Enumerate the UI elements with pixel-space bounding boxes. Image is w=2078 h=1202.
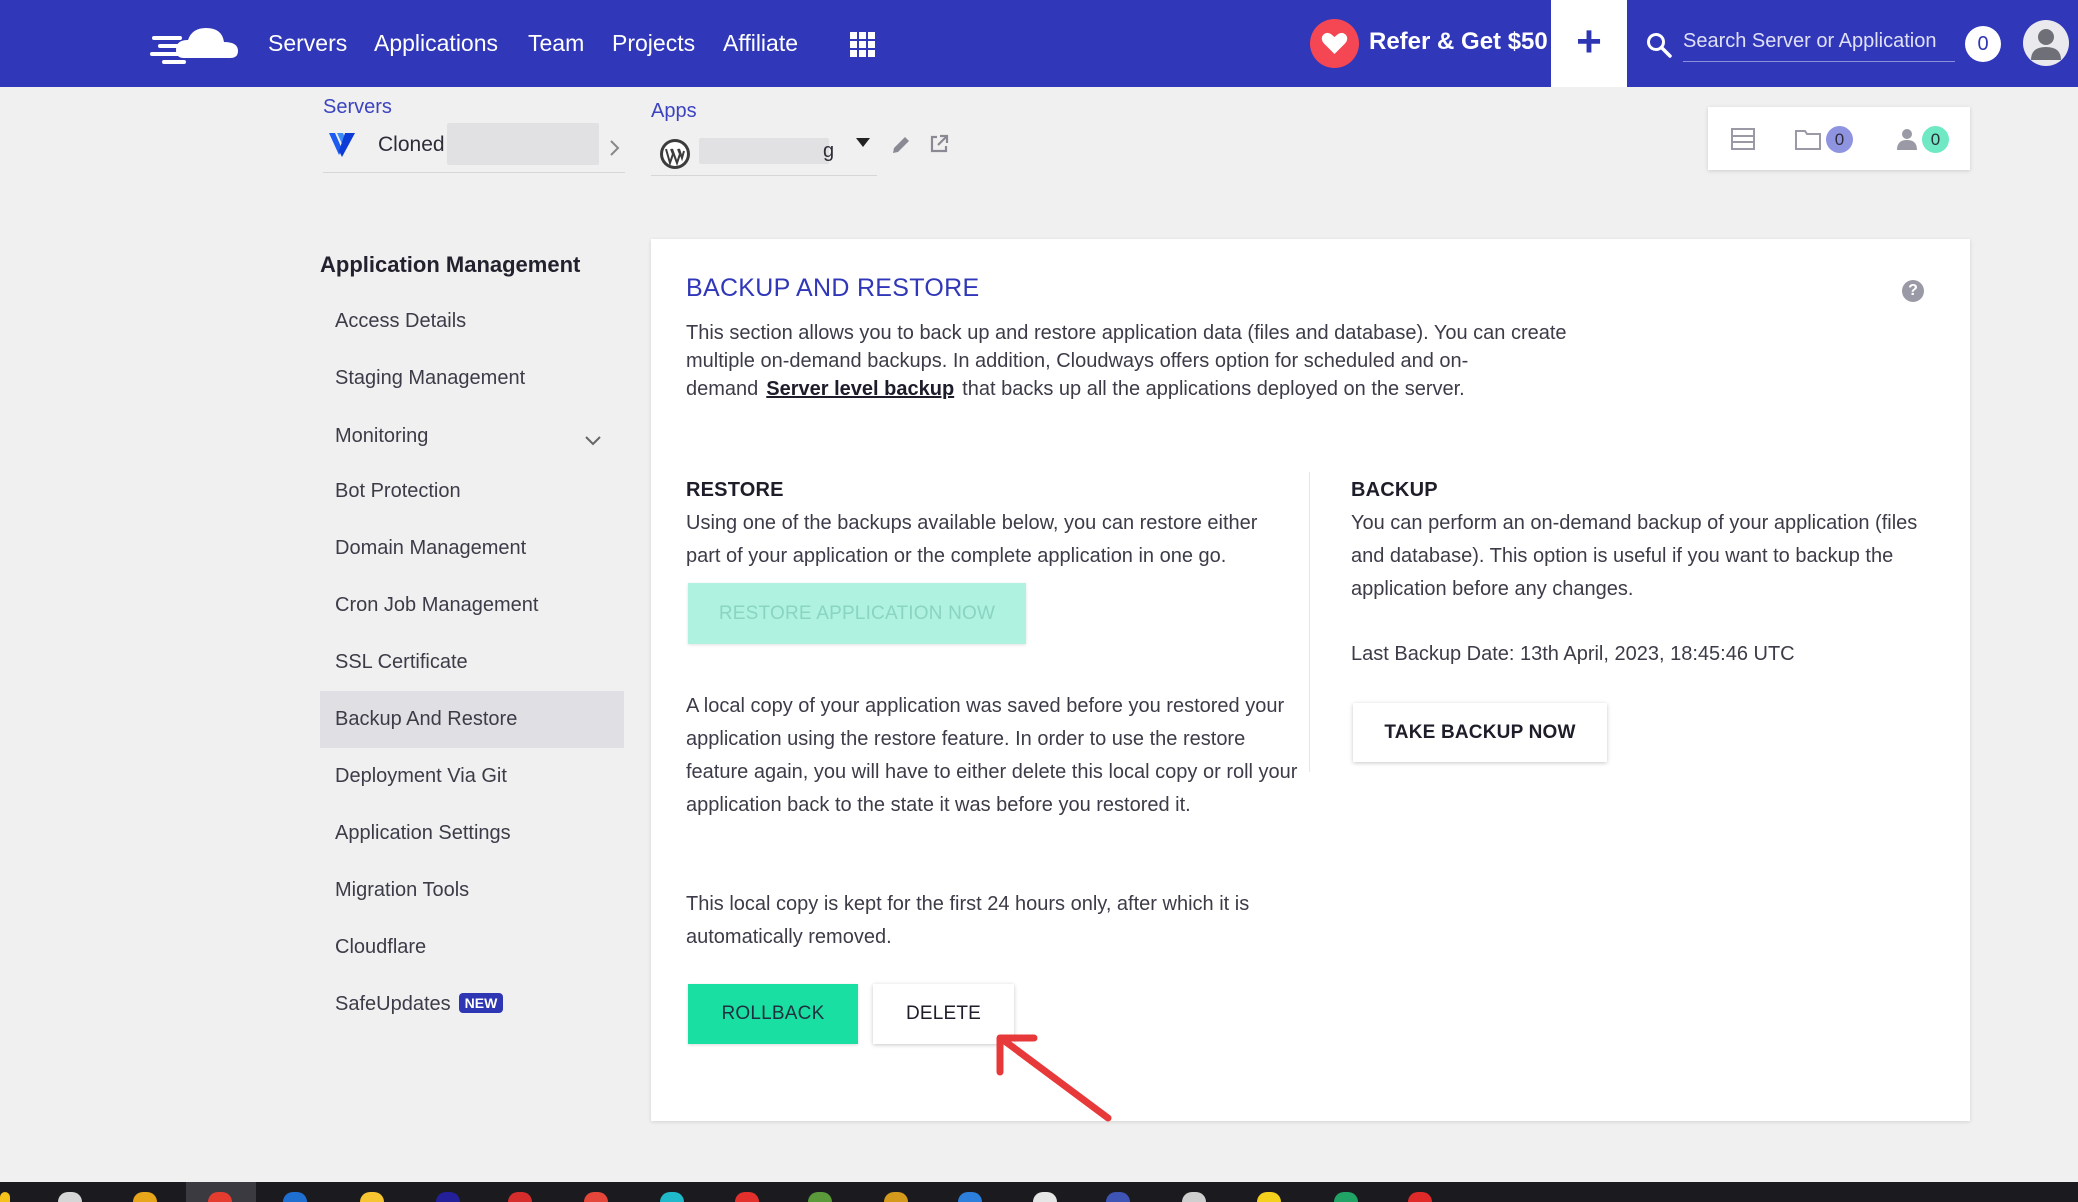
nav-applications[interactable]: Applications bbox=[374, 30, 498, 57]
intro-text: This section allows you to back up and r… bbox=[686, 319, 1576, 403]
taskbar-app-icon[interactable] bbox=[436, 1192, 460, 1202]
sidebar-heading: Application Management bbox=[320, 252, 581, 277]
notification-count-badge[interactable]: 0 bbox=[1965, 26, 2001, 62]
nav-affiliate[interactable]: Affiliate bbox=[723, 30, 798, 57]
nav-projects[interactable]: Projects bbox=[612, 30, 695, 57]
caret-down-icon[interactable] bbox=[856, 138, 870, 147]
cloudways-logo[interactable] bbox=[150, 18, 242, 68]
wordpress-icon bbox=[660, 139, 690, 169]
sidebar-item-backup-and-restore[interactable]: Backup And Restore bbox=[320, 691, 624, 748]
server-selector[interactable]: Cloned bbox=[323, 123, 625, 173]
backup-heading: BACKUP bbox=[1351, 479, 1438, 501]
redacted-app-name bbox=[699, 138, 829, 164]
os-taskbar bbox=[0, 1182, 2078, 1202]
top-navigation-bar: Servers Applications Team Projects Affil… bbox=[0, 0, 2078, 87]
taskbar-app-icon[interactable] bbox=[360, 1192, 384, 1202]
taskbar-app-icon[interactable] bbox=[1408, 1192, 1432, 1202]
take-backup-button[interactable]: TAKE BACKUP NOW bbox=[1353, 703, 1607, 762]
taskbar-app-icon[interactable] bbox=[208, 1192, 232, 1202]
apps-breadcrumb-label[interactable]: Apps bbox=[651, 100, 697, 123]
sidebar-item-domain-management[interactable]: Domain Management bbox=[320, 520, 624, 577]
intro-text-part2: that backs up all the applications deplo… bbox=[962, 378, 1465, 400]
vultr-icon bbox=[329, 133, 355, 157]
sidebar-item-label: SafeUpdates bbox=[335, 993, 451, 1015]
taskbar-app-icon[interactable] bbox=[1257, 1192, 1281, 1202]
rollback-button[interactable]: ROLLBACK bbox=[688, 984, 858, 1044]
help-icon[interactable]: ? bbox=[1902, 280, 1924, 302]
app-name-suffix: g bbox=[823, 140, 835, 162]
chevron-right-icon bbox=[610, 140, 620, 156]
sidebar-item-ssl-certificate[interactable]: SSL Certificate bbox=[320, 634, 624, 691]
app-selector[interactable]: g bbox=[651, 128, 877, 176]
avatar[interactable] bbox=[2023, 20, 2069, 66]
nav-servers[interactable]: Servers bbox=[268, 30, 347, 57]
sidebar-item-access-details[interactable]: Access Details bbox=[320, 293, 624, 350]
annotation-arrow-icon bbox=[996, 1034, 1112, 1122]
add-button[interactable]: + bbox=[1551, 0, 1627, 87]
page-title: BACKUP AND RESTORE bbox=[686, 274, 980, 302]
chevron-down-icon[interactable] bbox=[583, 434, 603, 448]
server-name: Cloned bbox=[378, 133, 445, 156]
sidebar-item-bot-protection[interactable]: Bot Protection bbox=[320, 463, 624, 520]
retention-text: This local copy is kept for the first 24… bbox=[686, 893, 1250, 948]
sidebar-item-safeupdates[interactable]: SafeUpdates NEW bbox=[320, 976, 624, 1033]
taskbar-app-icon[interactable] bbox=[1106, 1192, 1130, 1202]
sidebar-item-deployment-via-git[interactable]: Deployment Via Git bbox=[320, 748, 624, 805]
taskbar-app-icon[interactable] bbox=[58, 1192, 82, 1202]
taskbar-app-icon[interactable] bbox=[283, 1192, 307, 1202]
column-divider bbox=[1309, 472, 1310, 772]
status-summary-card: 0 0 bbox=[1708, 107, 1970, 170]
taskbar-app-icon[interactable] bbox=[1033, 1192, 1057, 1202]
refer-link[interactable]: Refer & Get $50 bbox=[1369, 28, 1548, 56]
user-icon bbox=[2031, 29, 2061, 60]
taskbar-app-icon[interactable] bbox=[584, 1192, 608, 1202]
restore-application-button[interactable]: RESTORE APPLICATION NOW bbox=[688, 583, 1026, 644]
files-count-badge: 0 bbox=[1826, 126, 1853, 153]
sidebar-item-cron-job-management[interactable]: Cron Job Management bbox=[320, 577, 624, 634]
sidebar-item-cloudflare[interactable]: Cloudflare bbox=[320, 919, 624, 976]
restore-heading: RESTORE bbox=[686, 479, 784, 501]
local-copy-text: A local copy of your application was sav… bbox=[686, 695, 1298, 816]
taskbar-app-icon[interactable] bbox=[1334, 1192, 1358, 1202]
taskbar-app-icon[interactable] bbox=[508, 1192, 532, 1202]
taskbar-app-icon[interactable] bbox=[735, 1192, 759, 1202]
taskbar-app-icon[interactable] bbox=[1182, 1192, 1206, 1202]
users-icon[interactable] bbox=[1894, 126, 1920, 152]
users-count-badge: 0 bbox=[1922, 126, 1949, 153]
taskbar-app-icon[interactable] bbox=[0, 1192, 10, 1202]
taskbar-app-icon[interactable] bbox=[958, 1192, 982, 1202]
backup-description: You can perform an on-demand backup of y… bbox=[1351, 512, 1918, 600]
sidebar-item-monitoring[interactable]: Monitoring bbox=[320, 408, 624, 465]
heart-icon[interactable] bbox=[1310, 19, 1359, 68]
restore-description: Using one of the backups available below… bbox=[686, 512, 1258, 567]
taskbar-app-icon[interactable] bbox=[660, 1192, 684, 1202]
sidebar-item-application-settings[interactable]: Application Settings bbox=[320, 805, 624, 862]
sidebar-item-migration-tools[interactable]: Migration Tools bbox=[320, 862, 624, 919]
servers-breadcrumb-label[interactable]: Servers bbox=[323, 96, 392, 119]
last-backup-date: Last Backup Date: 13th April, 2023, 18:4… bbox=[1351, 643, 1795, 665]
taskbar-app-icon[interactable] bbox=[133, 1192, 157, 1202]
pencil-icon[interactable] bbox=[890, 134, 912, 156]
new-badge: NEW bbox=[458, 993, 504, 1013]
taskbar-app-icon[interactable] bbox=[808, 1192, 832, 1202]
server-list-icon[interactable] bbox=[1730, 126, 1756, 152]
search-input[interactable] bbox=[1683, 22, 1955, 62]
folder-icon[interactable] bbox=[1794, 126, 1822, 152]
redacted-server-name bbox=[447, 123, 599, 165]
apps-grid-icon[interactable] bbox=[850, 32, 875, 57]
sidebar-item-staging-management[interactable]: Staging Management bbox=[320, 350, 624, 407]
server-level-backup-link[interactable]: Server level backup bbox=[766, 378, 954, 400]
taskbar-app-icon[interactable] bbox=[884, 1192, 908, 1202]
search-icon bbox=[1647, 33, 1672, 58]
nav-team[interactable]: Team bbox=[528, 30, 584, 57]
external-link-icon[interactable] bbox=[928, 133, 950, 155]
